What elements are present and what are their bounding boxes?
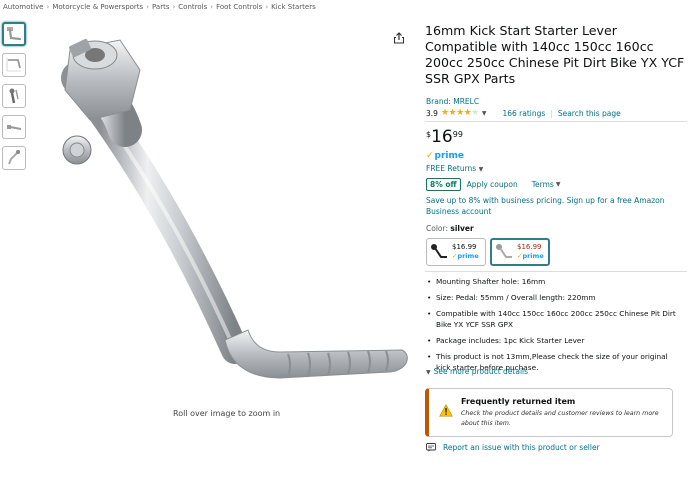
breadcrumb-parts[interactable]: Parts <box>152 3 169 11</box>
share-icon[interactable] <box>393 32 405 44</box>
breadcrumb-motorcycle-powersports[interactable]: Motorcycle & Powersports <box>52 3 143 11</box>
apply-coupon-link[interactable]: Apply coupon <box>467 180 518 189</box>
ratings-count-link[interactable]: 166 ratings <box>502 109 545 118</box>
thumbnail-3[interactable] <box>2 84 26 108</box>
breadcrumb-separator: › <box>46 3 50 11</box>
star-rating[interactable]: ★ ★ ★ ★ ★ <box>441 108 479 118</box>
color-label-text: Color: <box>426 224 448 233</box>
see-more-details-link[interactable]: ▼ See more product details <box>426 367 528 376</box>
swatch-price: $16.99 <box>517 243 542 251</box>
alert-body: Check the product details and customer r… <box>461 410 659 427</box>
prime-badge: ✓ prime <box>426 151 464 161</box>
breadcrumb-controls[interactable]: Controls <box>178 3 207 11</box>
breadcrumb-separator: › <box>146 3 150 11</box>
chevron-down-icon: ▼ <box>426 369 431 376</box>
rating-row: 3.9 ★ ★ ★ ★ ★ ▼ 166 ratings | Search this pa… <box>426 108 621 118</box>
swatch-prime-label: prime <box>457 252 479 260</box>
terms-link[interactable]: Terms <box>532 180 554 189</box>
swatch-black-lever-image <box>431 244 447 258</box>
feedback-icon <box>426 443 436 452</box>
lever-angle-thumbnail-image <box>9 88 19 104</box>
search-this-page-link[interactable]: Search this page <box>558 109 621 118</box>
brand-link[interactable]: Brand: MRELC <box>426 97 479 106</box>
swatch-prime-badge: ✓prime <box>517 252 544 261</box>
thumbnail-strip <box>2 22 28 177</box>
swatch-prime-badge: ✓prime <box>452 252 479 261</box>
kick-lever-thumbnail-image <box>7 27 22 41</box>
business-pricing-link[interactable]: Save up to 8% with business pricing. Sig… <box>426 195 676 217</box>
swatch-price: $16.99 <box>452 243 477 251</box>
breadcrumb-separator: › <box>210 3 214 11</box>
alert-title: Frequently returned item <box>461 397 576 406</box>
chevron-down-icon[interactable]: ▼ <box>556 181 561 188</box>
feature-bullet: Package includes: 1pc Kick Starter Lever <box>426 335 676 346</box>
chevron-down-icon[interactable]: ▼ <box>482 110 487 117</box>
zoom-hint: Roll over image to zoom in <box>173 409 281 418</box>
breadcrumb: Automotive › Motorcycle & Powersports › Part… <box>3 3 316 11</box>
color-value: silver <box>450 224 474 233</box>
feature-bullets: Mounting Shafter hole: 16mm Size: Pedal:… <box>426 276 676 378</box>
divider <box>425 271 687 272</box>
thumbnail-5[interactable] <box>2 146 26 170</box>
kick-start-lever-image[interactable] <box>30 20 420 410</box>
feature-bullet: Compatible with 140cc 150cc 160cc 200cc … <box>426 308 676 330</box>
dimension-diagram-thumbnail-image <box>6 58 21 72</box>
thumbnail-1[interactable] <box>2 22 26 46</box>
rating-value: 3.9 <box>426 108 438 118</box>
product-title: 16mm Kick Start Starter Lever Compatible… <box>425 23 685 86</box>
divider <box>425 121 687 122</box>
star-icon: ★ <box>463 108 472 118</box>
report-issue-label: Report an issue with this product or sel… <box>443 443 600 452</box>
breadcrumb-automotive[interactable]: Automotive <box>3 3 44 11</box>
breadcrumb-separator: › <box>172 3 176 11</box>
coupon-row: 8% off Apply coupon Terms ▼ <box>426 178 560 191</box>
breadcrumb-separator: › <box>265 3 269 11</box>
breadcrumb-kick-starters[interactable]: Kick Starters <box>271 3 316 11</box>
feature-bullet: Size: Pedal: 55mm / Overall length: 220m… <box>426 292 676 303</box>
swatch-prime-label: prime <box>522 252 544 260</box>
feature-bullet: Mounting Shafter hole: 16mm <box>426 276 676 287</box>
color-swatch-option-1[interactable]: $16.99 ✓prime <box>426 238 486 266</box>
color-selector-label: Color: silver <box>426 224 474 233</box>
breadcrumb-foot-controls[interactable]: Foot Controls <box>216 3 262 11</box>
free-returns-label: FREE Returns <box>426 164 477 173</box>
thumbnail-2[interactable] <box>2 53 26 77</box>
price-whole: 16 <box>431 127 453 147</box>
warning-icon <box>439 404 453 417</box>
prime-label: prime <box>434 151 464 161</box>
star-icon: ★ <box>456 108 464 118</box>
chevron-down-icon: ▼ <box>478 166 484 173</box>
see-more-label: See more product details <box>433 367 529 376</box>
prime-check-icon: ✓ <box>426 151 434 161</box>
lever-mounted-thumbnail-image <box>8 150 20 165</box>
swatch-silver-lever-image <box>496 244 512 258</box>
lever-side-thumbnail-image <box>7 125 22 130</box>
coupon-badge: 8% off <box>426 178 461 191</box>
free-returns-link[interactable]: FREE Returns ▼ <box>426 164 483 173</box>
thumbnail-4[interactable] <box>2 115 26 139</box>
color-swatch-option-2[interactable]: $16.99 ✓prime <box>490 238 550 266</box>
star-icon: ★ <box>448 108 457 118</box>
frequently-returned-alert: Frequently returned item Check the produ… <box>425 388 673 437</box>
star-icon: ★ <box>440 108 449 118</box>
price: $ 16 99 <box>426 128 463 146</box>
price-fraction: 99 <box>452 130 463 139</box>
divider: | <box>550 108 553 118</box>
report-issue-link[interactable]: Report an issue with this product or sel… <box>426 443 600 452</box>
star-empty-icon: ★ <box>471 108 479 118</box>
